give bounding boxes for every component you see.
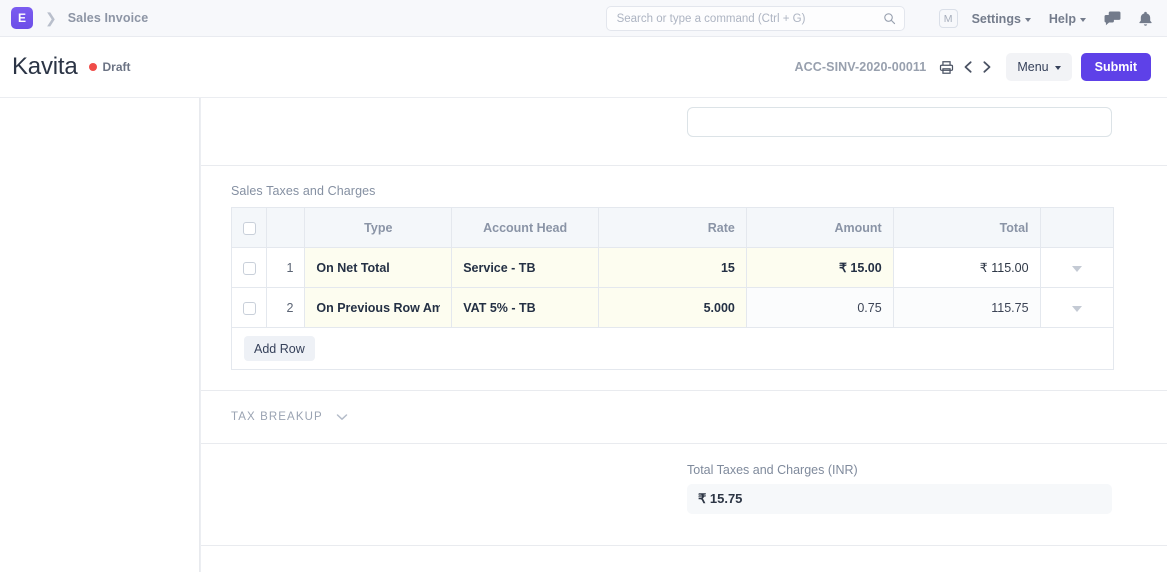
tax-breakup-label: TAX BREAKUP — [231, 411, 323, 423]
cell-amount[interactable]: ₹ 15.00 — [746, 248, 893, 288]
submit-button[interactable]: Submit — [1081, 53, 1151, 81]
cell-total[interactable]: 115.75 — [893, 288, 1040, 328]
nav-help-label: Help — [1049, 12, 1076, 26]
row-checkbox-cell[interactable] — [232, 288, 267, 328]
cell-amount[interactable]: 0.75 — [746, 288, 893, 328]
chevron-down-icon[interactable] — [336, 413, 348, 421]
print-icon[interactable] — [939, 60, 954, 75]
row-index: 1 — [267, 248, 305, 288]
next-document-icon[interactable] — [980, 60, 993, 74]
row-expand-cell[interactable] — [1040, 248, 1113, 288]
navbar-right-group: M Settings Help — [606, 0, 1155, 37]
table-row[interactable]: 1 On Net Total Service - TB 15 ₹ 15.00 ₹… — [232, 248, 1114, 288]
page-header: Kavita Draft ACC-SINV-2020-00011 Menu — [0, 37, 1167, 98]
column-header-actions — [1040, 208, 1113, 248]
nav-settings-label: Settings — [972, 12, 1021, 26]
column-header-total[interactable]: Total — [893, 208, 1040, 248]
menu-button[interactable]: Menu — [1006, 53, 1071, 81]
app-logo[interactable]: E — [11, 7, 33, 29]
chevron-down-icon[interactable] — [1072, 306, 1082, 312]
cell-type-text: On Previous Row Amo — [316, 301, 440, 315]
select-all-checkbox[interactable] — [243, 222, 256, 235]
form-content: Sales Taxes and Charges Type Account Hea… — [200, 98, 1167, 572]
search-input[interactable] — [617, 13, 883, 25]
index-header — [267, 208, 305, 248]
bell-icon[interactable] — [1138, 11, 1153, 27]
chevron-down-icon — [1025, 18, 1031, 22]
column-header-type[interactable]: Type — [305, 208, 452, 248]
cell-type[interactable]: On Net Total — [305, 248, 452, 288]
cell-type[interactable]: On Previous Row Amo — [305, 288, 452, 328]
total-taxes-field: Total Taxes and Charges (INR) ₹ 15.75 — [687, 463, 1112, 514]
cell-total[interactable]: ₹ 115.00 — [893, 248, 1040, 288]
row-expand-cell[interactable] — [1040, 288, 1113, 328]
table-header-row: Type Account Head Rate Amount Total — [232, 208, 1114, 248]
table-row[interactable]: 2 On Previous Row Amo VAT 5% - TB 5.000 … — [232, 288, 1114, 328]
column-header-amount[interactable]: Amount — [746, 208, 893, 248]
chat-icon[interactable] — [1104, 11, 1121, 26]
nav-settings[interactable]: Settings — [972, 12, 1031, 26]
cell-type-text: On Net Total — [316, 261, 440, 275]
status-label: Draft — [103, 60, 131, 74]
column-header-account-head[interactable]: Account Head — [452, 208, 599, 248]
document-id: ACC-SINV-2020-00011 — [795, 60, 927, 74]
sales-taxes-label: Sales Taxes and Charges — [231, 184, 1137, 198]
row-checkbox-cell[interactable] — [232, 248, 267, 288]
global-search[interactable] — [606, 6, 905, 31]
section-tax-breakup[interactable]: TAX BREAKUP — [201, 391, 1167, 444]
cell-account-head-text: VAT 5% - TB — [463, 301, 587, 315]
search-icon[interactable] — [883, 12, 896, 25]
breadcrumb-sales-invoice[interactable]: Sales Invoice — [68, 11, 149, 25]
chevron-down-icon[interactable] — [1072, 266, 1082, 272]
chevron-down-icon — [1080, 18, 1086, 22]
cell-account-head[interactable]: VAT 5% - TB — [452, 288, 599, 328]
select-all-header[interactable] — [232, 208, 267, 248]
breadcrumb-chevron-icon: ❯ — [45, 11, 57, 25]
section-top-field — [201, 98, 1167, 166]
avatar[interactable]: M — [939, 9, 958, 28]
cell-account-head[interactable]: Service - TB — [452, 248, 599, 288]
blank-text-input[interactable] — [687, 107, 1112, 137]
top-navbar: E ❯ Sales Invoice M Settings Help — [0, 0, 1167, 37]
section-total-taxes: Total Taxes and Charges (INR) ₹ 15.75 — [201, 444, 1167, 546]
add-row-container: Add Row — [231, 328, 1114, 370]
menu-button-label: Menu — [1017, 60, 1048, 74]
chevron-down-icon — [1055, 66, 1061, 70]
cell-rate[interactable]: 15 — [599, 248, 747, 288]
sales-taxes-table: Type Account Head Rate Amount Total 1 — [231, 207, 1114, 328]
add-row-button[interactable]: Add Row — [244, 336, 315, 361]
cell-rate[interactable]: 5.000 — [599, 288, 747, 328]
page-title: Kavita — [12, 53, 78, 81]
row-checkbox[interactable] — [243, 262, 256, 275]
column-header-rate[interactable]: Rate — [599, 208, 747, 248]
section-sales-taxes: Sales Taxes and Charges Type Account Hea… — [201, 166, 1167, 391]
row-index: 2 — [267, 288, 305, 328]
nav-help[interactable]: Help — [1049, 12, 1086, 26]
row-checkbox[interactable] — [243, 302, 256, 315]
cell-account-head-text: Service - TB — [463, 261, 587, 275]
previous-document-icon[interactable] — [962, 60, 975, 74]
total-taxes-label: Total Taxes and Charges (INR) — [687, 463, 1112, 477]
page-header-actions: ACC-SINV-2020-00011 Menu Submit — [795, 53, 1151, 81]
sidebar — [0, 98, 200, 572]
total-taxes-value[interactable]: ₹ 15.75 — [687, 484, 1112, 514]
status-badge: Draft — [89, 60, 131, 74]
page-body: Sales Taxes and Charges Type Account Hea… — [0, 98, 1167, 572]
status-dot-icon — [89, 63, 97, 71]
